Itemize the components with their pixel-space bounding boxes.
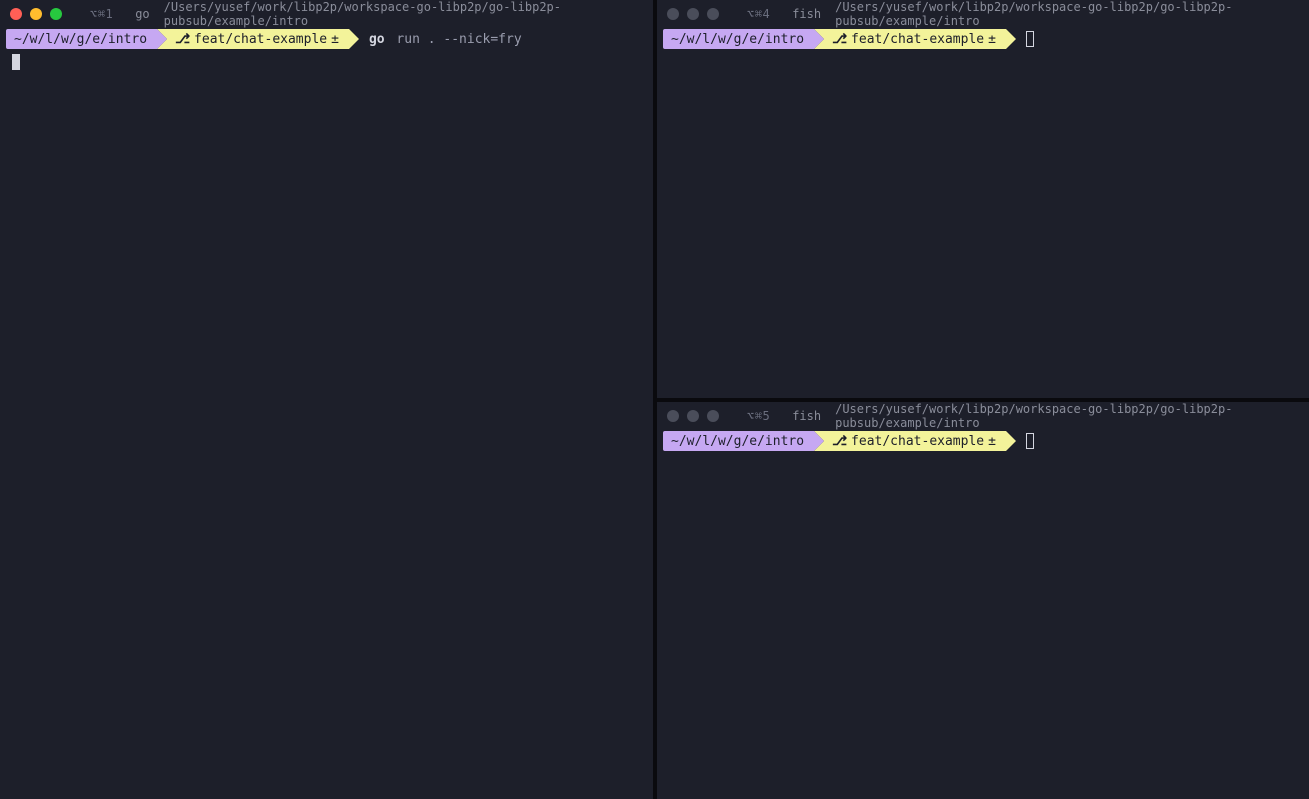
title-path: /Users/yusef/work/libp2p/workspace-go-li… (835, 0, 1299, 28)
traffic-lights (667, 8, 719, 20)
title-bar: ⌥⌘4 fish /Users/yusef/work/libp2p/worksp… (657, 0, 1309, 28)
chevron-right-icon (157, 29, 167, 49)
traffic-lights (10, 8, 62, 20)
maximize-icon[interactable] (707, 410, 719, 422)
chevron-right-icon (349, 29, 359, 49)
terminal-pane-3[interactable]: ⌥⌘5 fish /Users/yusef/work/libp2p/worksp… (653, 398, 1309, 799)
chevron-right-icon (1006, 29, 1016, 49)
close-icon[interactable] (667, 410, 679, 422)
prompt-dirty: ± (331, 32, 339, 47)
outline-cursor-icon (1026, 31, 1034, 47)
prompt-branch: feat/chat-example (194, 32, 327, 47)
prompt-line[interactable]: ~/w/l/w/g/e/intro ⎇ feat/chat-example ± … (0, 28, 653, 50)
terminal-pane-2[interactable]: ⌥⌘4 fish /Users/yusef/work/libp2p/worksp… (653, 0, 1309, 398)
chevron-right-icon (814, 431, 824, 451)
prompt-cwd: ~/w/l/w/g/e/intro (14, 32, 147, 47)
prompt-dirty: ± (988, 32, 996, 47)
prompt-branch-segment: ⎇ feat/chat-example ± (167, 29, 349, 49)
git-branch-icon: ⎇ (832, 434, 847, 449)
pane-shortcut: ⌥⌘5 (747, 409, 770, 423)
outline-cursor-icon (1026, 433, 1034, 449)
chevron-right-icon (814, 29, 824, 49)
git-branch-icon: ⎇ (832, 32, 847, 47)
prompt-cwd: ~/w/l/w/g/e/intro (671, 434, 804, 449)
maximize-icon[interactable] (707, 8, 719, 20)
command-args: run . --nick=fry (396, 32, 521, 47)
minimize-icon[interactable] (687, 410, 699, 422)
title-path: /Users/yusef/work/libp2p/workspace-go-li… (835, 402, 1299, 430)
prompt-cwd-segment: ~/w/l/w/g/e/intro (663, 431, 814, 451)
command-input[interactable]: go run . --nick=fry (369, 32, 522, 47)
title-bar: ⌥⌘1 go /Users/yusef/work/libp2p/workspac… (0, 0, 653, 28)
block-cursor-icon (12, 54, 20, 70)
prompt-branch: feat/chat-example (851, 32, 984, 47)
pane-shortcut: ⌥⌘4 (747, 7, 770, 21)
title-bar: ⌥⌘5 fish /Users/yusef/work/libp2p/worksp… (657, 402, 1309, 430)
minimize-icon[interactable] (687, 8, 699, 20)
minimize-icon[interactable] (30, 8, 42, 20)
prompt-cwd: ~/w/l/w/g/e/intro (671, 32, 804, 47)
chevron-right-icon (1006, 431, 1016, 451)
shell-name: fish (792, 409, 821, 423)
title-path: /Users/yusef/work/libp2p/workspace-go-li… (164, 0, 643, 28)
shell-name: go (135, 7, 149, 21)
shell-name: fish (792, 7, 821, 21)
prompt-line[interactable]: ~/w/l/w/g/e/intro ⎇ feat/chat-example ± (657, 430, 1309, 452)
terminal-pane-1[interactable]: ⌥⌘1 go /Users/yusef/work/libp2p/workspac… (0, 0, 653, 799)
prompt-line[interactable]: ~/w/l/w/g/e/intro ⎇ feat/chat-example ± (657, 28, 1309, 50)
command-bin: go (369, 32, 385, 47)
git-branch-icon: ⎇ (175, 32, 190, 47)
traffic-lights (667, 410, 719, 422)
prompt-branch: feat/chat-example (851, 434, 984, 449)
prompt-cwd-segment: ~/w/l/w/g/e/intro (663, 29, 814, 49)
prompt-branch-segment: ⎇ feat/chat-example ± (824, 431, 1006, 451)
prompt-dirty: ± (988, 434, 996, 449)
pane-shortcut: ⌥⌘1 (90, 7, 113, 21)
close-icon[interactable] (10, 8, 22, 20)
maximize-icon[interactable] (50, 8, 62, 20)
close-icon[interactable] (667, 8, 679, 20)
prompt-branch-segment: ⎇ feat/chat-example ± (824, 29, 1006, 49)
prompt-cwd-segment: ~/w/l/w/g/e/intro (6, 29, 157, 49)
